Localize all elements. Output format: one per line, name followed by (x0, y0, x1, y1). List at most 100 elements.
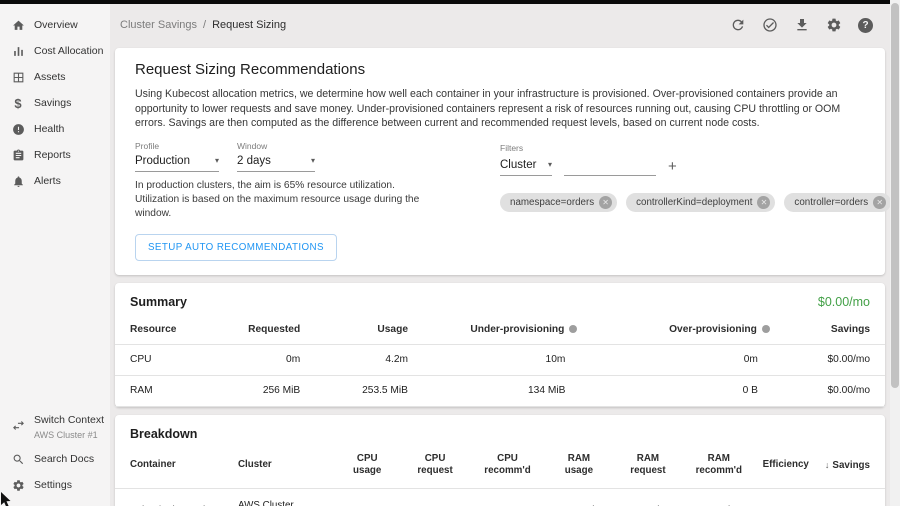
sidebar-item-label: Reports (34, 149, 71, 161)
summary-header-row: Resource Requested Usage Under-provision… (115, 318, 885, 345)
breadcrumb-parent-link[interactable]: Cluster Savings (120, 19, 197, 31)
column-header-sorted[interactable]: ↓Savings (817, 450, 885, 489)
sidebar-item-label: Overview (34, 19, 78, 31)
window-top-edge (0, 0, 890, 4)
cell-cpu-recommended: 10m (470, 488, 545, 506)
table-row: RAM 256 MiB 253.5 MiB 134 MiB 0 B $0.00/… (115, 375, 885, 406)
topbar: Cluster Savings / Request Sizing ? (110, 4, 890, 46)
sidebar-item-savings[interactable]: $ Savings (0, 90, 110, 116)
controls-row: Profile Production ▾ Window 2 days (135, 141, 865, 261)
request-sizing-card: Request Sizing Recommendations Using Kub… (115, 48, 885, 275)
chip-label: controllerKind=deployment (636, 197, 752, 208)
chip-close-icon[interactable]: ✕ (757, 196, 770, 209)
profile-note: In production clusters, the aim is 65% r… (135, 179, 435, 221)
cell-usage: 253.5 MiB (315, 375, 423, 406)
filter-chip: controller=orders ✕ (784, 193, 891, 212)
column-header: Savings (785, 318, 885, 345)
table-row[interactable]: orders/orders:orders AWS Cluster #1/clus… (115, 488, 885, 506)
breakdown-table: Container Cluster CPUusage CPUrequest CP… (115, 450, 885, 506)
column-header-sortable[interactable]: CPUrequest (400, 450, 470, 489)
cell-savings: $0.00/mo (785, 375, 885, 406)
column-header-sortable[interactable]: CPUusage (334, 450, 400, 489)
cell-resource: CPU (115, 344, 207, 375)
sidebar-item-reports[interactable]: Reports (0, 142, 110, 168)
info-icon[interactable] (569, 325, 577, 333)
mouse-cursor (0, 492, 14, 506)
cell-ram-usage: 253.5 MiB (545, 488, 613, 506)
cell-savings: – (817, 488, 885, 506)
cell-efficiency: 85.9% (755, 488, 817, 506)
cell-requested: 0m (207, 344, 315, 375)
filter-field-select[interactable]: Cluster ▾ (500, 158, 552, 176)
chevron-down-icon: ▾ (311, 156, 315, 165)
cell-requested: 256 MiB (207, 375, 315, 406)
sidebar-item-overview[interactable]: Overview (0, 12, 110, 38)
setup-auto-recommendations-button[interactable]: SETUP AUTO RECOMMENDATIONS (135, 234, 337, 261)
sidebar-item-label: Savings (34, 97, 71, 109)
column-header: Under-provisioning (423, 318, 592, 345)
column-header-sortable[interactable]: RAMrecomm'd (683, 450, 755, 489)
vertical-scrollbar[interactable] (890, 0, 900, 506)
settings-gear-icon[interactable] (825, 17, 842, 34)
profile-window-column: Profile Production ▾ Window 2 days (135, 141, 471, 261)
clipboard-icon (11, 148, 25, 162)
sort-desc-icon: ↓ (825, 460, 830, 470)
summary-card: Summary $0.00/mo Resource Requested Usag… (115, 283, 885, 407)
cell-over-provisioning: 0 B (592, 375, 785, 406)
cell-resource: RAM (115, 375, 207, 406)
info-icon[interactable] (762, 325, 770, 333)
column-header-sortable[interactable]: Efficiency (755, 450, 817, 489)
dollar-icon: $ (11, 96, 25, 110)
summary-total-savings: $0.00/mo (818, 295, 870, 309)
help-glyph: ? (858, 18, 873, 33)
current-cluster-label: AWS Cluster #1 (34, 430, 104, 440)
cell-cpu-request: 0m (400, 488, 470, 506)
chip-label: namespace=orders (510, 197, 594, 208)
sidebar-item-alerts[interactable]: Alerts (0, 168, 110, 194)
cell-ram-request: 256 MiB (613, 488, 683, 506)
filter-chips: namespace=orders ✕ controllerKind=deploy… (500, 193, 865, 212)
column-header: Container (115, 450, 230, 489)
switch-context-text: Switch Context AWS Cluster #1 (34, 410, 104, 440)
add-filter-icon[interactable]: + (668, 159, 677, 176)
sidebar-item-label: Search Docs (34, 453, 94, 465)
chip-close-icon[interactable]: ✕ (873, 196, 886, 209)
filter-chip: namespace=orders ✕ (500, 193, 617, 212)
summary-table: Resource Requested Usage Under-provision… (115, 318, 885, 407)
cell-container: orders/orders:orders (115, 488, 230, 506)
breakdown-title: Breakdown (130, 427, 197, 441)
page: Overview Cost Allocation Assets $ Saving… (0, 0, 900, 506)
chevron-down-icon: ▾ (548, 160, 552, 169)
download-icon[interactable] (793, 17, 810, 34)
sidebar-item-label: Switch Context (34, 414, 104, 426)
check-circle-icon[interactable] (761, 17, 778, 34)
sidebar-item-health[interactable]: Health (0, 116, 110, 142)
scrollbar-thumb[interactable] (891, 3, 899, 388)
sidebar-spacer (0, 194, 110, 404)
cell-cpu-usage: 4.2m (334, 488, 400, 506)
sidebar: Overview Cost Allocation Assets $ Saving… (0, 4, 110, 506)
profile-select[interactable]: Production ▾ (135, 154, 219, 172)
cell-under-provisioning: 134 MiB (423, 375, 592, 406)
filter-value-input[interactable] (564, 158, 656, 176)
breadcrumb-current: Request Sizing (212, 19, 286, 31)
sidebar-item-assets[interactable]: Assets (0, 64, 110, 90)
sidebar-item-cost-allocation[interactable]: Cost Allocation (0, 38, 110, 64)
sidebar-item-search-docs[interactable]: Search Docs (0, 446, 110, 472)
assets-grid-icon (11, 70, 25, 84)
chip-close-icon[interactable]: ✕ (599, 196, 612, 209)
column-header: Usage (315, 318, 423, 345)
help-icon[interactable]: ? (857, 17, 874, 34)
sidebar-item-settings[interactable]: Settings (0, 472, 110, 498)
sidebar-item-label: Alerts (34, 175, 61, 187)
chip-label: controller=orders (794, 197, 868, 208)
refresh-icon[interactable] (729, 17, 746, 34)
column-header-sortable[interactable]: RAMrequest (613, 450, 683, 489)
sidebar-item-label: Assets (34, 71, 66, 83)
breakdown-card: Breakdown Container Cluster CPUusage CPU… (115, 415, 885, 506)
filter-field-value: Cluster (500, 159, 536, 171)
window-select[interactable]: 2 days ▾ (237, 154, 315, 172)
column-header-sortable[interactable]: CPUrecomm'd (470, 450, 545, 489)
sidebar-item-switch-context[interactable]: Switch Context AWS Cluster #1 (0, 404, 110, 446)
column-header-sortable[interactable]: RAMusage (545, 450, 613, 489)
